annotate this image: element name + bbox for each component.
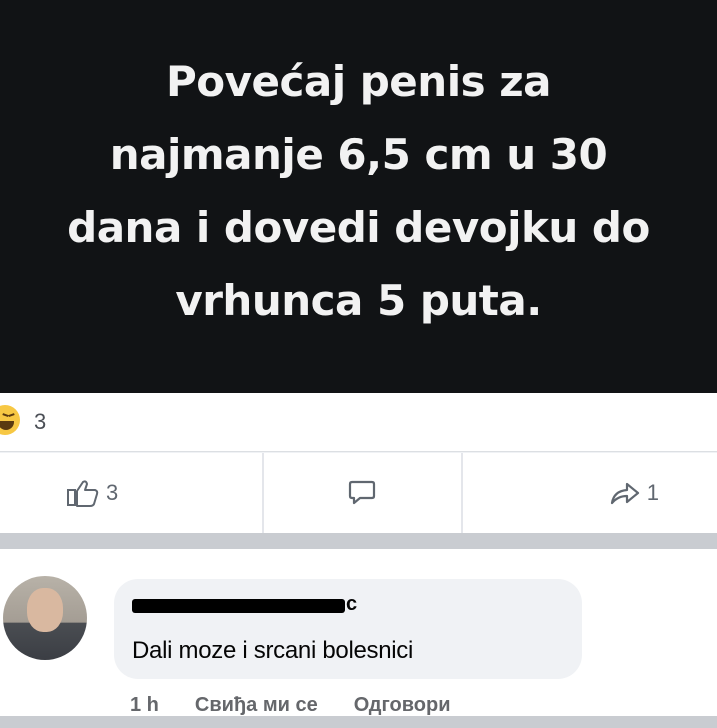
comment-text: Dali moze i srcani bolesnici	[132, 637, 414, 664]
bottom-edge	[0, 716, 717, 728]
comment-actions: 1 h Свиђа ми се Одговори	[130, 694, 451, 717]
post-image: Povećaj penis za najmanje 6,5 cm u 30 da…	[0, 0, 717, 393]
haha-icon	[0, 405, 20, 435]
comment-author[interactable]: c	[346, 593, 357, 616]
reaction-summary[interactable]: 3	[0, 393, 717, 452]
like-count: 3	[106, 480, 119, 505]
like-button[interactable]: 3	[0, 453, 265, 533]
comment-time[interactable]: 1 h	[130, 694, 159, 717]
comment-like-link[interactable]: Свиђа ми се	[195, 694, 318, 717]
comment-reply-link[interactable]: Одговори	[354, 694, 451, 717]
comment-button[interactable]	[264, 453, 463, 533]
redacted-author-name	[132, 599, 345, 613]
reaction-count: 3	[34, 409, 47, 434]
comment-item: c Dali moze i srcani bolesnici 1 h Свиђа…	[0, 549, 717, 728]
avatar[interactable]	[3, 576, 87, 660]
share-button[interactable]: 1	[463, 453, 717, 533]
comment-bubble: c Dali moze i srcani bolesnici	[114, 579, 582, 679]
share-icon	[609, 479, 641, 507]
thumbs-up-icon	[66, 478, 100, 508]
comment-icon	[347, 478, 377, 508]
share-count: 1	[646, 480, 659, 505]
post-text: Povećaj penis za najmanje 6,5 cm u 30 da…	[67, 56, 650, 325]
action-bar: 3 1	[0, 453, 717, 533]
divider	[0, 533, 717, 549]
